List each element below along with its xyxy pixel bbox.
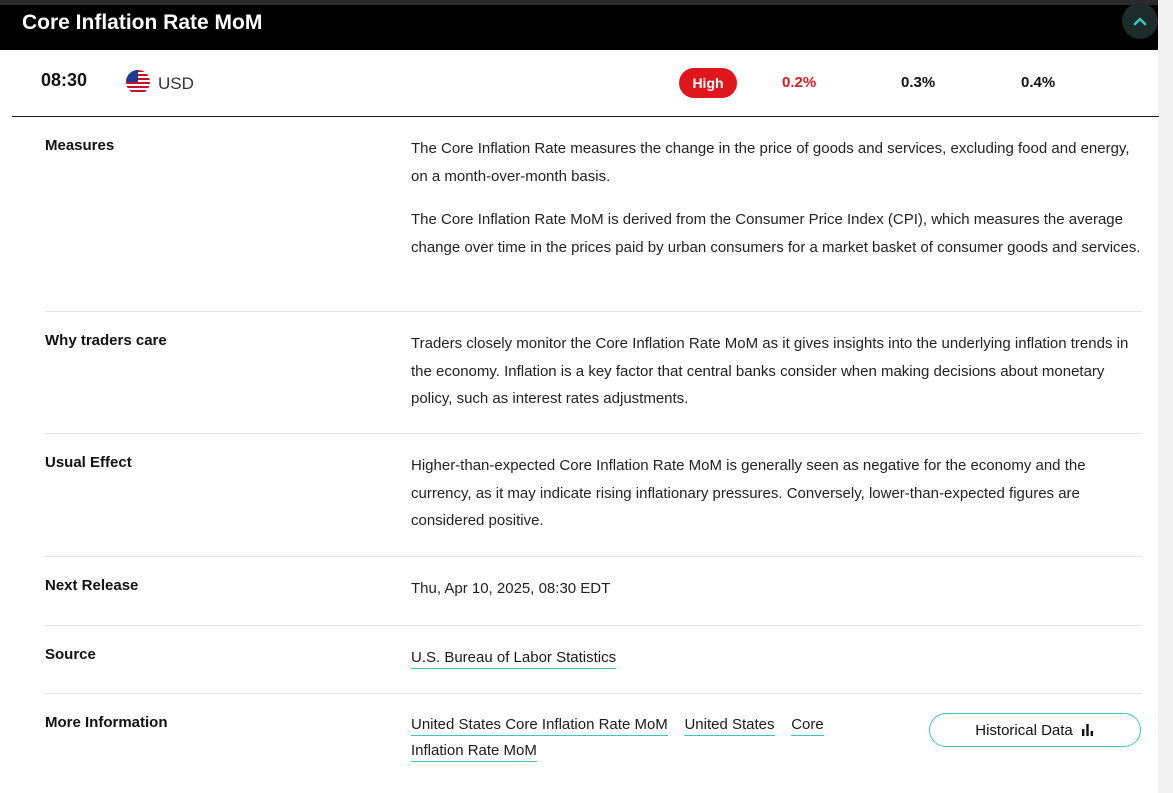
event-title: Core Inflation Rate MoM — [22, 11, 263, 34]
impact-badge: High — [679, 68, 737, 98]
event-header-bar: Core Inflation Rate MoM — [0, 0, 1158, 50]
detail-label: Next Release — [45, 577, 139, 594]
currency-code: USD — [158, 74, 194, 93]
detail-text: United States Core Inflation Rate MoM Un… — [411, 712, 891, 764]
event-summary-row: 08:30 USD High 0.2% 0.3% 0.4% — [12, 52, 1159, 117]
link-us-core-inflation-rate-mom[interactable]: United States Core Inflation Rate MoM — [411, 716, 668, 736]
link-core[interactable]: Core — [791, 716, 824, 736]
measures-paragraph-2: The Core Inflation Rate MoM is derived f… — [411, 211, 1141, 256]
detail-label: Measures — [45, 137, 115, 154]
link-inflation-rate-mom[interactable]: Inflation Rate MoM — [411, 742, 537, 762]
divider — [45, 433, 1142, 434]
detail-label: Usual Effect — [45, 454, 132, 471]
collapse-button[interactable] — [1122, 3, 1158, 39]
actual-value: 0.2% — [782, 74, 817, 91]
source-link[interactable]: U.S. Bureau of Labor Statistics — [411, 649, 617, 669]
divider — [45, 556, 1142, 557]
measures-paragraph-1: The Core Inflation Rate measures the cha… — [411, 140, 1130, 185]
chevron-up-icon — [1133, 17, 1147, 26]
scrollbar[interactable] — [1158, 0, 1173, 793]
detail-text: U.S. Bureau of Labor Statistics — [411, 644, 1143, 672]
detail-text: The Core Inflation Rate measures the cha… — [411, 135, 1143, 261]
bar-chart-icon — [1081, 724, 1093, 736]
previous-value: 0.4% — [1021, 74, 1056, 91]
divider — [45, 693, 1142, 694]
historical-data-button[interactable]: Historical Data — [929, 713, 1141, 747]
event-time: 08:30 — [41, 70, 88, 90]
us-flag-icon — [126, 70, 150, 94]
divider — [45, 625, 1142, 626]
link-united-states[interactable]: United States — [684, 716, 775, 736]
detail-label: Source — [45, 646, 96, 663]
detail-text: Higher-than-expected Core Inflation Rate… — [411, 457, 1086, 529]
divider — [45, 311, 1142, 312]
detail-text: Traders closely monitor the Core Inflati… — [411, 335, 1129, 407]
detail-text: Thu, Apr 10, 2025, 08:30 EDT — [411, 580, 611, 597]
historical-data-label: Historical Data — [975, 721, 1073, 739]
forecast-value: 0.3% — [901, 74, 936, 91]
detail-label: Why traders care — [45, 332, 167, 349]
detail-label: More Information — [45, 714, 168, 731]
